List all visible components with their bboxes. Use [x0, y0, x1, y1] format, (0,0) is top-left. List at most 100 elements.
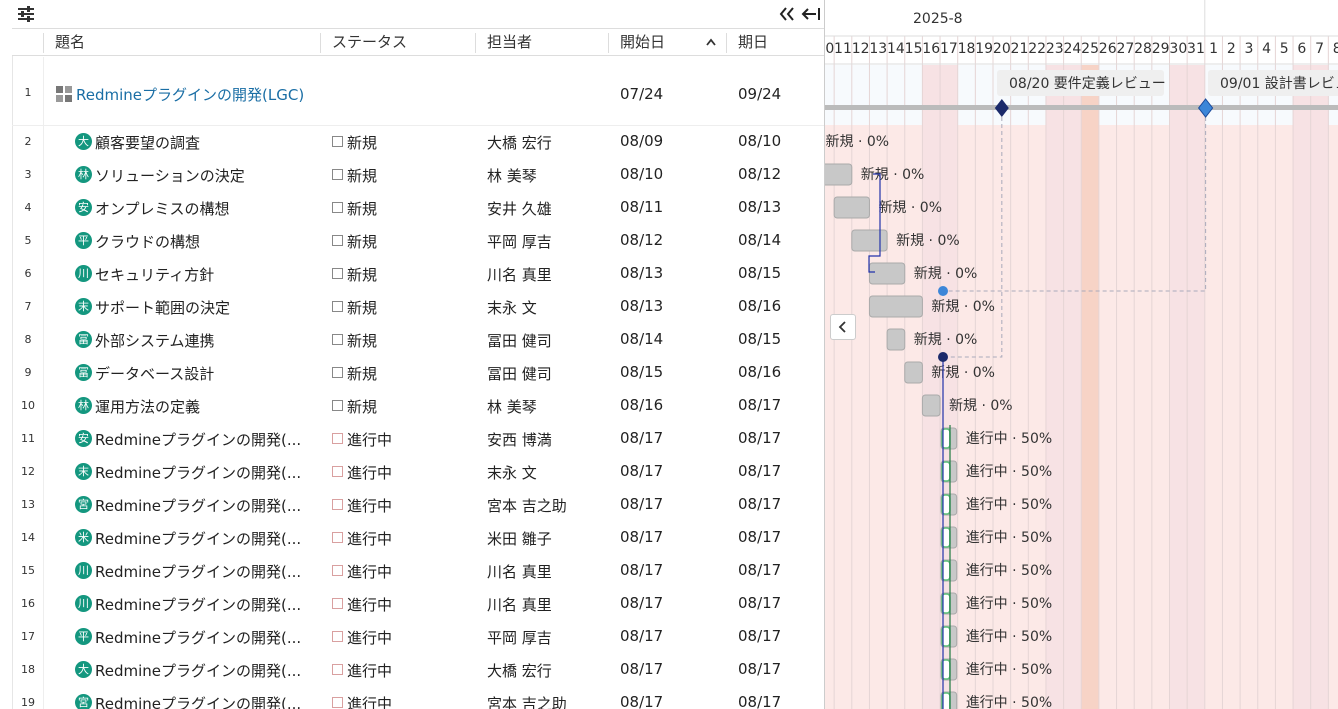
column-start-date[interactable]: 開始日	[620, 29, 665, 56]
issue-assignee[interactable]: 末永 文	[487, 297, 537, 318]
issue-subject[interactable]: Redmineプラグインの開発(...	[95, 627, 310, 648]
arrow-left-bar-icon[interactable]	[801, 6, 821, 22]
issue-start-date[interactable]: 08/11	[620, 198, 663, 216]
issue-status[interactable]: 進行中	[347, 660, 392, 681]
issue-row[interactable]: 2 大顧客要望の調査 新規 大橋 宏行 08/09 08/10	[12, 125, 824, 158]
issue-status[interactable]: 新規	[347, 396, 377, 417]
issue-subject[interactable]: Redmineプラグインの開発(...	[95, 561, 310, 582]
issue-assignee[interactable]: 宮本 吉之助	[487, 495, 567, 516]
issue-due-date[interactable]: 08/15	[738, 330, 781, 348]
issue-start-date[interactable]: 08/17	[620, 561, 663, 579]
issue-status[interactable]: 新規	[347, 297, 377, 318]
issue-start-date[interactable]: 08/17	[620, 495, 663, 513]
issue-subject[interactable]: セキュリティ方針	[95, 264, 310, 285]
issue-assignee[interactable]: 平岡 厚吉	[487, 231, 552, 252]
issue-assignee[interactable]: 末永 文	[487, 462, 537, 483]
project-title[interactable]: Redmineプラグインの開発(LGC)	[76, 84, 304, 105]
issue-assignee[interactable]: 川名 真里	[487, 264, 552, 285]
issue-subject[interactable]: Redmineプラグインの開発(...	[95, 528, 310, 549]
issue-due-date[interactable]: 08/16	[738, 363, 781, 381]
double-chevron-left-icon[interactable]	[778, 6, 796, 22]
issue-due-date[interactable]: 08/17	[738, 429, 781, 447]
gantt-chart[interactable]: 2025-81011121314151617181920212223242526…	[824, 0, 1338, 709]
column-assignee[interactable]: 担当者	[487, 29, 532, 56]
issue-assignee[interactable]: 川名 真里	[487, 594, 552, 615]
issue-status[interactable]: 進行中	[347, 495, 392, 516]
issue-due-date[interactable]: 08/10	[738, 132, 781, 150]
issue-subject[interactable]: 運用方法の定義	[95, 396, 310, 417]
issue-assignee[interactable]: 林 美琴	[487, 165, 537, 186]
issue-subject[interactable]: Redmineプラグインの開発(...	[95, 462, 310, 483]
issue-due-date[interactable]: 08/12	[738, 165, 781, 183]
issue-row[interactable]: 10 林運用方法の定義 新規 林 美琴 08/16 08/17	[12, 389, 824, 422]
issue-status[interactable]: 進行中	[347, 462, 392, 483]
issue-status[interactable]: 新規	[347, 198, 377, 219]
issue-row[interactable]: 15 川 Redmineプラグインの開発(... 進行中 川名 真里 08/17 08/17	[12, 554, 824, 587]
issue-row[interactable]: 3 林ソリューションの決定 新規 林 美琴 08/10 08/12	[12, 158, 824, 191]
issue-start-date[interactable]: 08/17	[620, 660, 663, 678]
issue-due-date[interactable]: 08/17	[738, 462, 781, 480]
issue-due-date[interactable]: 08/17	[738, 627, 781, 645]
issue-row[interactable]: 4 安オンプレミスの構想 新規 安井 久雄 08/11 08/13	[12, 191, 824, 224]
issue-subject[interactable]: 外部システム連携	[95, 330, 310, 351]
issue-status[interactable]: 進行中	[347, 429, 392, 450]
issue-row[interactable]: 11 安 Redmineプラグインの開発(... 進行中 安西 博満 08/17 08/17	[12, 422, 824, 455]
issue-subject[interactable]: Redmineプラグインの開発(...	[95, 495, 310, 516]
issue-start-date[interactable]: 08/12	[620, 231, 663, 249]
issue-due-date[interactable]: 08/16	[738, 297, 781, 315]
issue-row[interactable]: 17 平 Redmineプラグインの開発(... 進行中 平岡 厚吉 08/17 08/17	[12, 620, 824, 653]
issue-assignee[interactable]: 米田 雛子	[487, 528, 552, 549]
issue-subject[interactable]: データベース設計	[95, 363, 310, 384]
issue-assignee[interactable]: 川名 真里	[487, 561, 552, 582]
issue-status[interactable]: 進行中	[347, 528, 392, 549]
issue-row[interactable]: 5 平クラウドの構想 新規 平岡 厚吉 08/12 08/14	[12, 224, 824, 257]
column-due-date[interactable]: 期日	[738, 29, 768, 56]
issue-due-date[interactable]: 08/17	[738, 396, 781, 414]
issue-start-date[interactable]: 08/14	[620, 330, 663, 348]
issue-status[interactable]: 進行中	[347, 627, 392, 648]
issue-row[interactable]: 6 川セキュリティ方針 新規 川名 真里 08/13 08/15	[12, 257, 824, 290]
issue-due-date[interactable]: 08/17	[738, 660, 781, 678]
issue-due-date[interactable]: 08/17	[738, 594, 781, 612]
issue-assignee[interactable]: 冨田 健司	[487, 330, 552, 351]
issue-row[interactable]: 14 米 Redmineプラグインの開発(... 進行中 米田 雛子 08/17 08/17	[12, 521, 824, 554]
issue-start-date[interactable]: 08/17	[620, 627, 663, 645]
issue-status[interactable]: 新規	[347, 264, 377, 285]
issue-status[interactable]: 新規	[347, 132, 377, 153]
chevron-up-icon[interactable]	[705, 37, 717, 47]
issue-row[interactable]: 12 末 Redmineプラグインの開発(... 進行中 末永 文 08/17 08/17	[12, 455, 824, 488]
issue-assignee[interactable]: 安西 博満	[487, 429, 552, 450]
issue-start-date[interactable]: 08/10	[620, 165, 663, 183]
issue-due-date[interactable]: 08/17	[738, 495, 781, 513]
issue-row[interactable]: 8 冨外部システム連携 新規 冨田 健司 08/14 08/15	[12, 323, 824, 356]
issue-status[interactable]: 新規	[347, 165, 377, 186]
issue-subject[interactable]: 顧客要望の調査	[95, 132, 310, 153]
issue-assignee[interactable]: 大橋 宏行	[487, 132, 552, 153]
issue-row[interactable]: 9 冨データベース設計 新規 冨田 健司 08/15 08/16	[12, 356, 824, 389]
issue-subject[interactable]: Redmineプラグインの開発(...	[95, 693, 310, 709]
issue-row[interactable]: 19 宮 Redmineプラグインの開発(... 進行中 宮本 吉之助 08/17 08/1…	[12, 686, 824, 709]
sliders-icon[interactable]	[16, 6, 36, 22]
issue-start-date[interactable]: 08/17	[620, 528, 663, 546]
issue-status[interactable]: 進行中	[347, 594, 392, 615]
issue-subject[interactable]: サポート範囲の決定	[95, 297, 310, 318]
gantt-scroll-left-button[interactable]	[830, 314, 856, 340]
issue-status[interactable]: 新規	[347, 231, 377, 252]
issue-due-date[interactable]: 08/14	[738, 231, 781, 249]
issue-due-date[interactable]: 08/17	[738, 528, 781, 546]
issue-subject[interactable]: Redmineプラグインの開発(...	[95, 429, 310, 450]
issue-subject[interactable]: クラウドの構想	[95, 231, 310, 252]
issue-status[interactable]: 進行中	[347, 561, 392, 582]
issue-due-date[interactable]: 08/15	[738, 264, 781, 282]
issue-start-date[interactable]: 08/17	[620, 462, 663, 480]
issue-assignee[interactable]: 林 美琴	[487, 396, 537, 417]
issue-start-date[interactable]: 08/09	[620, 132, 663, 150]
issue-subject[interactable]: Redmineプラグインの開発(...	[95, 594, 310, 615]
issue-due-date[interactable]: 08/17	[738, 693, 781, 709]
column-subject[interactable]: 題名	[55, 29, 85, 56]
issue-row[interactable]: 13 宮 Redmineプラグインの開発(... 進行中 宮本 吉之助 08/17 08/1…	[12, 488, 824, 521]
issue-subject[interactable]: Redmineプラグインの開発(...	[95, 660, 310, 681]
issue-assignee[interactable]: 宮本 吉之助	[487, 693, 567, 709]
issue-assignee[interactable]: 大橋 宏行	[487, 660, 552, 681]
issue-status[interactable]: 新規	[347, 330, 377, 351]
